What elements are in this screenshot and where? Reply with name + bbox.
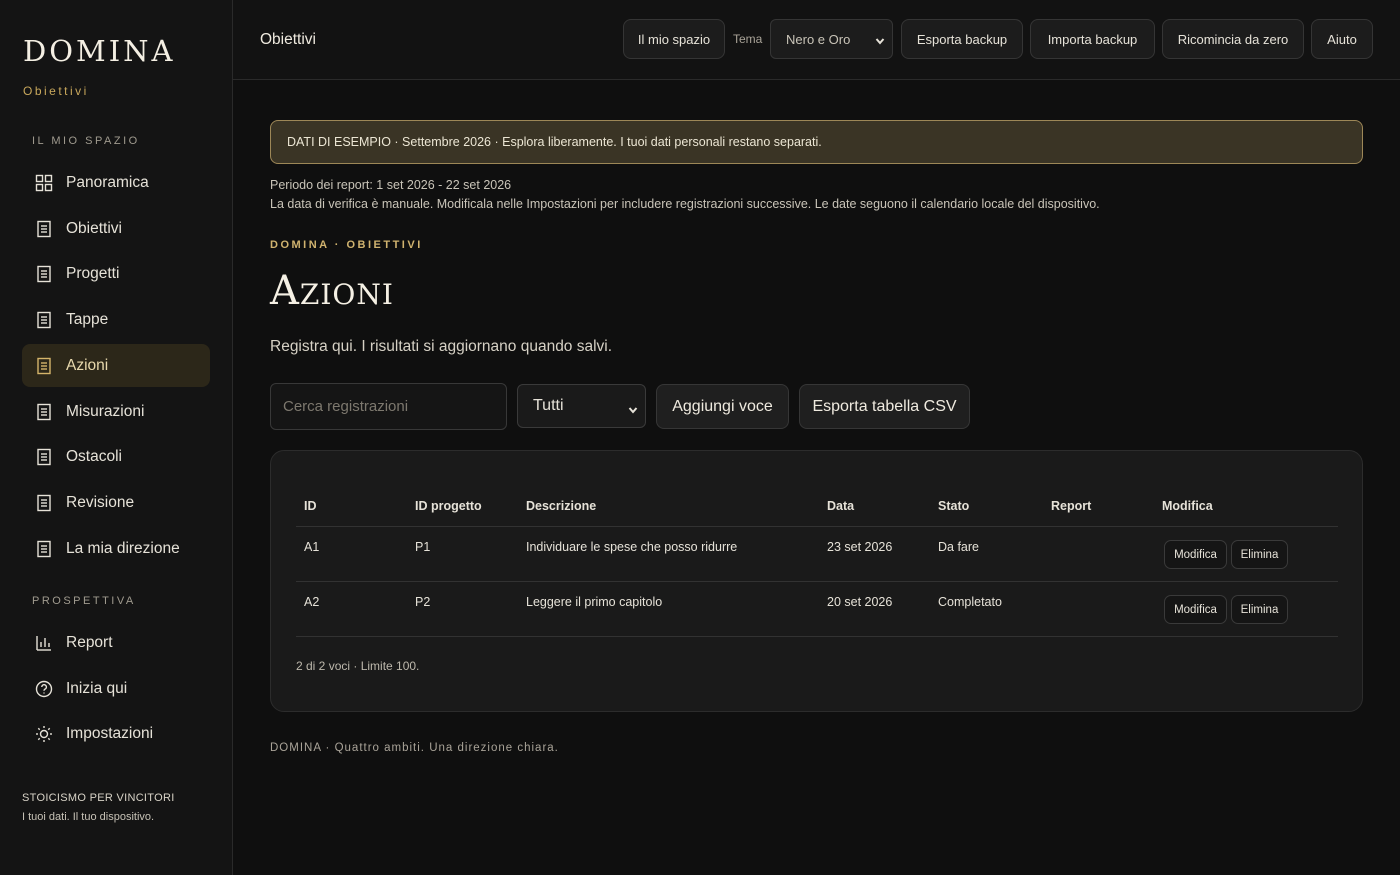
section-heading: Azioni	[270, 268, 394, 314]
sidebar-footer-text: I tuoi dati. Il tuo dispositivo.	[22, 811, 155, 823]
page-footer: DOMINA · Quattro ambiti. Una direzione c…	[270, 742, 559, 754]
grid-icon	[35, 174, 53, 192]
table-summary: 2 di 2 voci · Limite 100.	[296, 659, 420, 673]
sidebar-item-misurazioni[interactable]: Misurazioni	[22, 390, 210, 433]
help-circle-icon	[35, 680, 53, 698]
sidebar-item-azioni[interactable]: Azioni	[22, 344, 210, 387]
sun-icon	[35, 725, 53, 743]
search-input[interactable]	[270, 383, 507, 430]
brand-subtitle: Obiettivi	[23, 84, 89, 98]
sidebar-item-inizia-qui[interactable]: Inizia qui	[22, 667, 210, 710]
sidebar-item-obiettivi[interactable]: Obiettivi	[22, 207, 210, 250]
column-header-status: Stato	[938, 499, 970, 513]
document-icon	[35, 403, 53, 421]
document-icon	[35, 311, 53, 329]
chevron-down-icon	[875, 34, 885, 45]
report-period: Periodo dei report: 1 set 2026 - 22 set …	[270, 178, 512, 192]
chevron-down-icon	[628, 402, 638, 414]
theme-select-value: Nero e Oro	[786, 31, 851, 47]
document-icon	[35, 494, 53, 512]
delete-button[interactable]: Elimina	[1231, 540, 1288, 569]
nav-section-my-space: IL MIO SPAZIO	[32, 135, 140, 147]
cell-description: Individuare le spese che posso ridurre	[526, 540, 738, 554]
sidebar: DOMINA Obiettivi IL MIO SPAZIO Panoramic…	[0, 0, 233, 875]
sidebar-item-la-mia-direzione[interactable]: La mia direzione	[22, 527, 210, 570]
row-divider	[296, 636, 1338, 637]
add-entry-button[interactable]: Aggiungi voce	[656, 384, 789, 429]
sidebar-item-label: Progetti	[66, 264, 120, 282]
sidebar-item-label: Tappe	[66, 310, 109, 328]
filter-select-value: Tutti	[533, 397, 564, 414]
sidebar-item-label: Report	[66, 633, 113, 651]
sidebar-item-label: Misurazioni	[66, 402, 145, 420]
sample-data-banner: DATI DI ESEMPIO · Settembre 2026 · Esplo…	[270, 120, 1363, 164]
document-icon	[35, 265, 53, 283]
document-icon	[35, 540, 53, 558]
help-button[interactable]: Aiuto	[1311, 19, 1373, 59]
sidebar-item-progetti[interactable]: Progetti	[22, 252, 210, 295]
sidebar-item-label: Obiettivi	[66, 219, 122, 237]
cell-status: Da fare	[938, 540, 979, 554]
cell-date: 20 set 2026	[827, 595, 893, 609]
reset-button[interactable]: Ricomincia da zero	[1162, 19, 1304, 59]
document-icon	[35, 220, 53, 238]
sidebar-item-label: Revisione	[66, 493, 135, 511]
import-backup-button[interactable]: Importa backup	[1030, 19, 1155, 59]
my-space-button[interactable]: Il mio spazio	[623, 19, 725, 59]
column-header-report: Report	[1051, 499, 1092, 513]
column-header-date: Data	[827, 499, 855, 513]
sidebar-item-revisione[interactable]: Revisione	[22, 481, 210, 524]
sidebar-item-impostazioni[interactable]: Impostazioni	[22, 712, 210, 755]
sidebar-item-label: Ostacoli	[66, 447, 122, 465]
sidebar-item-tappe[interactable]: Tappe	[22, 298, 210, 341]
sidebar-item-label: Impostazioni	[66, 724, 154, 742]
edit-button[interactable]: Modifica	[1164, 595, 1227, 624]
cell-status: Completato	[938, 595, 1002, 609]
column-header-edit: Modifica	[1162, 499, 1213, 513]
export-backup-button[interactable]: Esporta backup	[901, 19, 1023, 59]
page-title: Obiettivi	[260, 31, 316, 48]
sidebar-item-label: Inizia qui	[66, 679, 128, 697]
sidebar-item-label: La mia direzione	[66, 539, 180, 557]
breadcrumb: DOMINA · OBIETTIVI	[270, 239, 423, 251]
cell-description: Leggere il primo capitolo	[526, 595, 663, 609]
table-header-divider	[296, 526, 1338, 527]
cell-project-id: P2	[415, 595, 431, 609]
section-lead: Registra qui. I risultati si aggiornano …	[270, 338, 613, 355]
document-icon	[35, 448, 53, 466]
delete-button[interactable]: Elimina	[1231, 595, 1288, 624]
cell-date: 23 set 2026	[827, 540, 893, 554]
edit-button[interactable]: Modifica	[1164, 540, 1227, 569]
sidebar-item-label: Azioni	[66, 356, 109, 374]
row-divider	[296, 581, 1338, 582]
cell-id: A2	[304, 595, 320, 609]
cell-id: A1	[304, 540, 320, 554]
sidebar-footer-title: STOICISMO PER VINCITORI	[22, 792, 175, 804]
bar-chart-icon	[35, 634, 53, 652]
sidebar-item-panoramica[interactable]: Panoramica	[22, 161, 210, 204]
theme-label: Tema	[733, 32, 763, 46]
nav-section-prospettiva: PROSPETTIVA	[32, 595, 136, 607]
topbar: Obiettivi Il mio spazio Tema Nero e Oro …	[233, 0, 1400, 80]
verification-note: La data di verifica è manuale. Modifical…	[270, 197, 1100, 211]
column-header-id: ID	[304, 499, 317, 513]
brand-logo: DOMINA	[23, 34, 176, 68]
sidebar-item-ostacoli[interactable]: Ostacoli	[22, 435, 210, 478]
sidebar-item-label: Panoramica	[66, 173, 149, 191]
export-csv-button[interactable]: Esporta tabella CSV	[799, 384, 970, 429]
column-header-description: Descrizione	[526, 499, 597, 513]
document-icon	[35, 357, 53, 375]
filter-select[interactable]: Tutti	[517, 384, 646, 428]
column-header-project-id: ID progetto	[415, 499, 482, 513]
theme-select[interactable]: Nero e Oro	[770, 19, 893, 59]
cell-project-id: P1	[415, 540, 431, 554]
sidebar-item-report[interactable]: Report	[22, 621, 210, 664]
